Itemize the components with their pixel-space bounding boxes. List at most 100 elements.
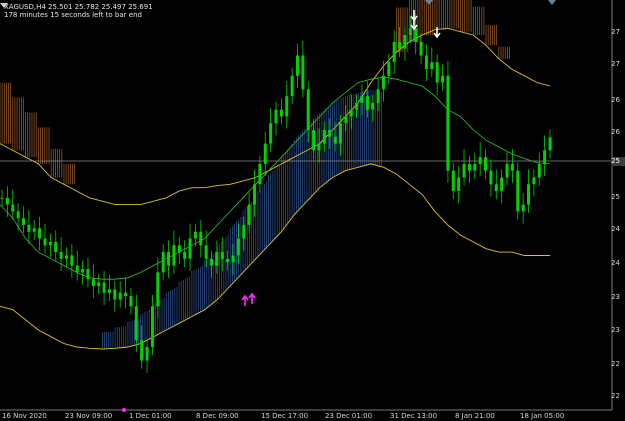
candle-body bbox=[398, 41, 402, 49]
candle-body bbox=[183, 252, 187, 259]
candle-body bbox=[295, 55, 299, 76]
candle-body bbox=[215, 252, 219, 266]
candle-body bbox=[462, 163, 466, 178]
candle-body bbox=[301, 55, 305, 90]
candle-body bbox=[269, 123, 273, 144]
candle-body bbox=[349, 109, 353, 117]
candle-body bbox=[344, 116, 348, 124]
candle-body bbox=[548, 137, 552, 151]
candle-body bbox=[167, 252, 171, 266]
candle-body bbox=[365, 96, 369, 110]
price-axis-tick: 23 bbox=[611, 293, 620, 301]
candle-body bbox=[279, 109, 283, 117]
candle-body bbox=[258, 163, 262, 185]
price-axis-tick: 27 bbox=[611, 28, 620, 36]
candle-body bbox=[521, 204, 525, 212]
candle-body bbox=[59, 252, 63, 259]
candle-body bbox=[220, 252, 224, 259]
candle-body bbox=[500, 177, 504, 192]
candle-body bbox=[188, 238, 192, 259]
candle-body bbox=[441, 75, 445, 83]
candle-body bbox=[43, 238, 47, 246]
candle-body bbox=[204, 245, 208, 259]
candle-body bbox=[247, 204, 251, 225]
candle-body bbox=[0, 197, 4, 199]
candle-body bbox=[403, 35, 407, 49]
candle-body bbox=[484, 157, 488, 171]
candle-body bbox=[16, 211, 20, 219]
candle-body bbox=[392, 41, 396, 63]
time-axis-label: 23 Dec 01:00 bbox=[325, 412, 373, 420]
candle-body bbox=[81, 269, 85, 273]
candle-body bbox=[231, 255, 235, 263]
price-axis-tick: 22 bbox=[611, 360, 620, 368]
candle-body bbox=[355, 102, 359, 110]
time-axis-label: 23 Nov 09:00 bbox=[65, 412, 113, 420]
chart-shift-marker-icon[interactable] bbox=[548, 0, 556, 5]
candle-body bbox=[516, 170, 520, 212]
candle-body bbox=[150, 306, 154, 347]
candle-body bbox=[70, 255, 74, 266]
candle-body bbox=[505, 163, 509, 178]
candle-body bbox=[75, 265, 79, 273]
price-axis-tick: 24 bbox=[611, 225, 620, 233]
candle-body bbox=[54, 241, 58, 253]
chart-window[interactable]: XAGUSD,H4 25.501 25.782 25.497 25.691 17… bbox=[0, 0, 625, 421]
candle-body bbox=[532, 177, 536, 185]
candle-body bbox=[210, 258, 214, 266]
candle-body bbox=[473, 163, 477, 171]
current-price-tag: 25 bbox=[611, 157, 625, 166]
candle-body bbox=[226, 258, 230, 263]
time-axis-label: 31 Dec 13:00 bbox=[390, 412, 438, 420]
scroll-marker-icon bbox=[425, 0, 433, 5]
price-axis-tick: 26 bbox=[611, 128, 620, 136]
candle-body bbox=[97, 282, 101, 286]
price-axis-tick: 23 bbox=[611, 326, 620, 334]
candle-body bbox=[129, 296, 133, 307]
candle-body bbox=[172, 245, 176, 266]
candle-body bbox=[161, 252, 165, 273]
candle-body bbox=[242, 224, 246, 239]
candle-body bbox=[527, 184, 531, 205]
candle-body bbox=[48, 241, 52, 246]
price-axis-tick: 24 bbox=[611, 259, 620, 267]
price-plot[interactable] bbox=[0, 0, 625, 421]
time-axis-label: 15 Dec 17:00 bbox=[261, 412, 309, 420]
bar-timer-text: 178 minutes 15 seconds left to bar end bbox=[4, 11, 142, 19]
candle-body bbox=[290, 75, 294, 97]
sell-arrow-icon bbox=[410, 10, 418, 22]
candle-body bbox=[21, 218, 25, 225]
time-axis-label: 1 Dec 01:00 bbox=[129, 412, 172, 420]
candle-body bbox=[543, 150, 547, 164]
buy-arrow-icon bbox=[248, 292, 256, 304]
candle-body bbox=[274, 109, 278, 124]
candle-body bbox=[285, 96, 289, 117]
candle-body bbox=[419, 41, 423, 56]
candle-body bbox=[360, 96, 364, 103]
candle-body bbox=[236, 238, 240, 256]
candle-body bbox=[371, 102, 375, 110]
candle-body bbox=[134, 306, 138, 341]
candle-body bbox=[64, 255, 68, 259]
candle-body bbox=[102, 282, 106, 293]
candle-body bbox=[253, 184, 257, 205]
candle-body bbox=[91, 279, 95, 286]
candle-body bbox=[338, 123, 342, 144]
candle-body bbox=[408, 28, 412, 36]
candle-body bbox=[263, 143, 267, 164]
candle-body bbox=[387, 62, 391, 76]
candle-body bbox=[38, 228, 42, 239]
candle-body bbox=[430, 62, 434, 70]
candle-body bbox=[457, 177, 461, 192]
buy-marker-icon bbox=[122, 408, 126, 412]
candle-body bbox=[312, 130, 316, 151]
candle-body bbox=[118, 292, 122, 300]
candle-body bbox=[199, 231, 203, 246]
candle-body bbox=[446, 75, 450, 171]
candle-body bbox=[328, 130, 332, 137]
time-axis-label: 8 Jan 21:00 bbox=[455, 412, 495, 420]
candle-body bbox=[494, 184, 498, 192]
candle-body bbox=[11, 204, 15, 212]
candle-body bbox=[5, 197, 9, 205]
chart-menu-triangle-icon[interactable] bbox=[0, 3, 8, 8]
